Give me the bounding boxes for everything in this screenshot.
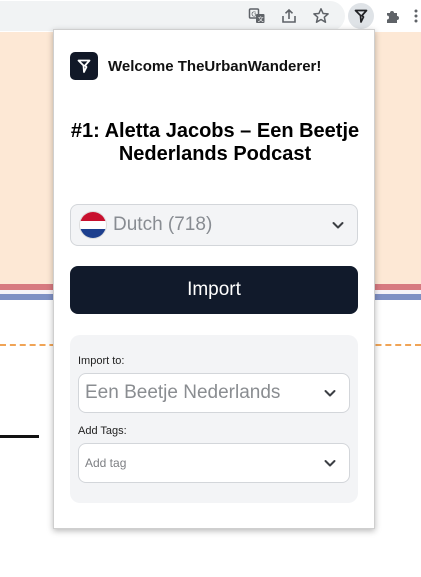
star-icon[interactable] [309,4,333,28]
extension-app-icon[interactable] [348,3,374,29]
puzzle-icon[interactable] [381,4,405,28]
app-logo-icon [70,52,98,80]
translate-icon[interactable]: G文 [245,4,269,28]
share-icon[interactable] [277,4,301,28]
welcome-text: Welcome TheUrbanWanderer! [108,57,322,75]
chevron-down-icon [324,390,336,397]
import-to-label: Import to: [78,355,125,367]
add-tags-input[interactable]: Add tag [78,443,350,483]
language-label: Dutch (718) [113,214,213,235]
import-to-value: Een Beetje Nederlands [85,382,281,403]
svg-text:文: 文 [258,15,264,23]
netherlands-flag-icon [79,211,107,239]
add-tags-placeholder: Add tag [85,456,127,470]
import-to-select[interactable]: Een Beetje Nederlands [78,373,350,413]
import-button[interactable]: Import [70,266,358,314]
popup-header: Welcome TheUrbanWanderer! [70,52,321,80]
add-tags-label: Add Tags: [78,425,127,437]
svg-text:G: G [251,11,256,19]
import-options-panel: Import to: Een Beetje Nederlands Add Tag… [70,335,358,503]
extension-popup: Welcome TheUrbanWanderer! #1: Aletta Jac… [53,29,375,529]
menu-icon[interactable] [410,4,421,28]
episode-title: #1: Aletta Jacobs – Een Beetje Nederland… [70,120,360,165]
chevron-down-icon [332,222,344,229]
browser-toolbar: G文 [0,0,421,32]
chevron-down-icon [324,460,336,467]
language-select[interactable]: Dutch (718) [70,204,358,246]
page-underline [0,435,39,438]
